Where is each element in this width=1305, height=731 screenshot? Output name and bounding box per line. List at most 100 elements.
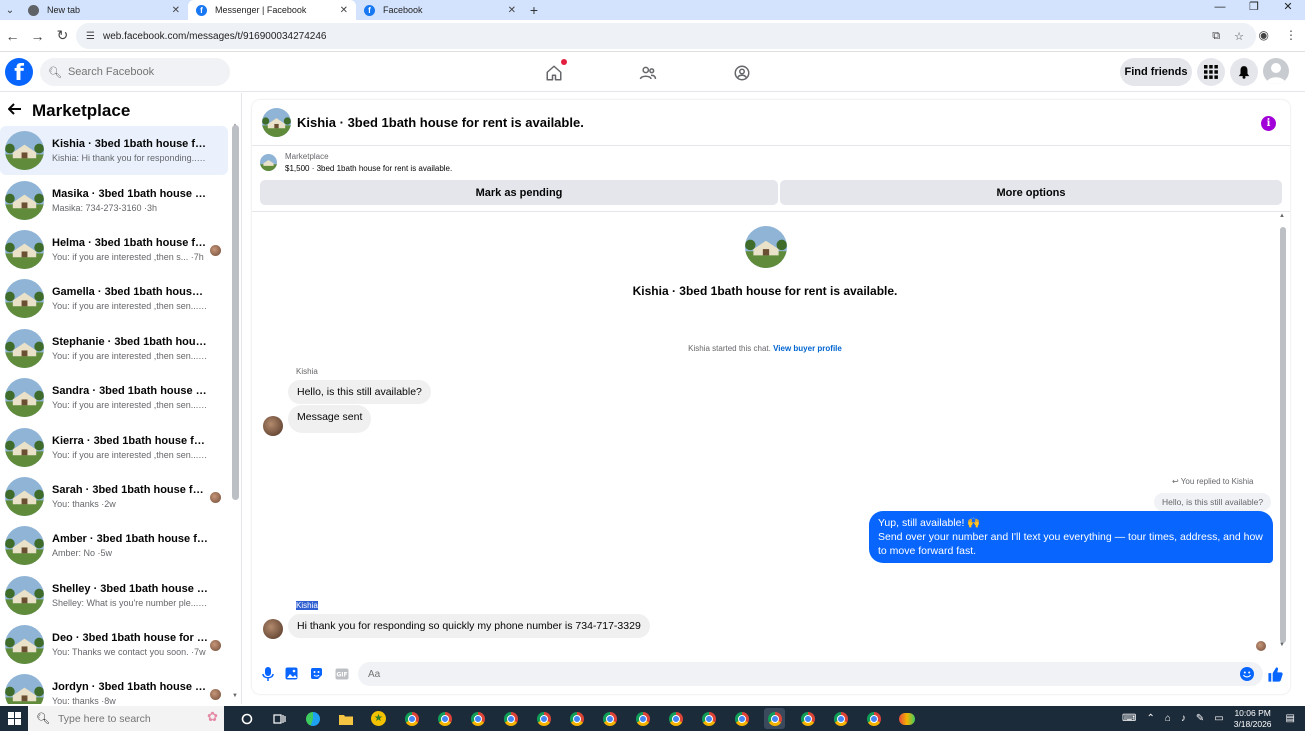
back-arrow-icon[interactable]: [7, 102, 22, 121]
scroll-down-icon[interactable]: ▼: [1279, 642, 1285, 648]
conversation-item[interactable]: Shelley · 3bed 1bath house for r... Shell…: [0, 571, 228, 620]
friends-icon[interactable]: [637, 62, 659, 84]
task-view-icon[interactable]: [269, 708, 290, 729]
chrome-icon[interactable]: [434, 708, 455, 729]
sender-avatar[interactable]: [263, 619, 283, 639]
chat-title[interactable]: Kishia · 3bed 1bath house for rent is av…: [297, 115, 584, 130]
tab-close-icon[interactable]: ✕: [340, 5, 348, 16]
notifications-bell-icon[interactable]: [1230, 58, 1258, 86]
edge-icon[interactable]: [302, 708, 323, 729]
conversation-item[interactable]: Jordyn · 3bed 1bath house for... You: tha…: [0, 669, 228, 704]
pen-icon[interactable]: ✎: [1196, 713, 1204, 724]
file-explorer-icon[interactable]: [335, 708, 356, 729]
url-text[interactable]: web.facebook.com/messages/t/916900034274…: [103, 31, 1212, 42]
chrome-icon[interactable]: [401, 708, 422, 729]
message-input[interactable]: [358, 662, 1263, 686]
back-icon[interactable]: ←: [0, 28, 25, 44]
chrome-icon[interactable]: [797, 708, 818, 729]
sidebar-scrollbar[interactable]: [232, 125, 239, 500]
chrome-icon[interactable]: [500, 708, 521, 729]
view-buyer-profile-link[interactable]: View buyer profile: [773, 344, 842, 353]
chat-avatar[interactable]: [262, 108, 291, 137]
chrome-icon[interactable]: [665, 708, 686, 729]
info-icon[interactable]: i: [1261, 116, 1276, 131]
more-options-button[interactable]: More options: [780, 180, 1282, 205]
listing-summary[interactable]: Marketplace $1,500 · 3bed 1bath house fo…: [260, 152, 452, 173]
mark-as-pending-button[interactable]: Mark as pending: [260, 180, 778, 205]
minimize-icon[interactable]: —: [1203, 0, 1237, 20]
chrome-icon[interactable]: [533, 708, 554, 729]
conversation-item[interactable]: Helma · 3bed 1bath house for ... You: if …: [0, 225, 228, 274]
scroll-up-icon[interactable]: ▲: [1279, 213, 1285, 219]
emoji-icon[interactable]: [1240, 667, 1254, 681]
browser-tab-new-tab[interactable]: New tab ✕: [20, 0, 188, 20]
quoted-message[interactable]: Hello, is this still available?: [1154, 493, 1272, 511]
volume-icon[interactable]: ♪: [1181, 713, 1186, 724]
conversation-item[interactable]: Kierra · 3bed 1bath house for re... You: …: [0, 422, 228, 471]
conversation-item[interactable]: Deo · 3bed 1bath house for re... You: Tha…: [0, 620, 228, 669]
reload-icon[interactable]: ↻: [50, 27, 75, 44]
conversation-item[interactable]: Gamella · 3bed 1bath house for r... You: …: [0, 274, 228, 323]
outgoing-message[interactable]: Yup, still available! 🙌 Send over your n…: [869, 511, 1273, 563]
windows-start-icon[interactable]: [0, 706, 28, 731]
chrome-icon[interactable]: [566, 708, 587, 729]
address-bar[interactable]: ☰ web.facebook.com/messages/t/9169000342…: [76, 23, 1256, 49]
site-info-icon[interactable]: ☰: [86, 31, 95, 42]
conversation-item[interactable]: Masika · 3bed 1bath house for r... Masika…: [0, 175, 228, 224]
tab-close-icon[interactable]: ✕: [508, 5, 516, 16]
chrome-icon-active[interactable]: [764, 708, 785, 729]
network-icon[interactable]: ⌂: [1165, 713, 1171, 724]
incoming-message[interactable]: Hi thank you for responding so quickly m…: [288, 614, 650, 638]
scroll-down-icon[interactable]: ▼: [232, 693, 238, 699]
profile-icon[interactable]: ◉: [1259, 28, 1269, 42]
conversation-item[interactable]: Amber · 3bed 1bath house for re... Amber:…: [0, 521, 228, 570]
browser-menu-icon[interactable]: ⋮: [1285, 28, 1297, 42]
facebook-search[interactable]: 🔍︎: [40, 58, 230, 86]
groups-icon[interactable]: [731, 62, 753, 84]
restore-icon[interactable]: ❐: [1237, 0, 1271, 20]
paint-app-icon[interactable]: [896, 708, 917, 729]
thumbs-up-icon[interactable]: [1267, 666, 1284, 683]
conversation-item[interactable]: Stephanie · 3bed 1bath house fo... You: i…: [0, 324, 228, 373]
incoming-message[interactable]: Hello, is this still available?: [288, 380, 431, 404]
tab-close-icon[interactable]: ✕: [172, 5, 180, 16]
conversation-item[interactable]: Sarah · 3bed 1bath house for r... You: th…: [0, 472, 228, 521]
browser-tab-facebook[interactable]: f Facebook ✕: [356, 0, 524, 20]
chrome-icon[interactable]: [863, 708, 884, 729]
chrome-icon[interactable]: [632, 708, 653, 729]
sticker-icon[interactable]: [309, 666, 324, 681]
sender-avatar[interactable]: [263, 416, 283, 436]
touch-keyboard-icon[interactable]: ▭: [1214, 713, 1223, 724]
chrome-icon[interactable]: [731, 708, 752, 729]
notification-center-icon[interactable]: ▤: [1286, 713, 1295, 724]
conversation-item[interactable]: Kishia · 3bed 1bath house for re... Kishi…: [0, 126, 228, 176]
star-app-icon[interactable]: ★: [368, 708, 389, 729]
keyboard-layout-icon[interactable]: ⌨: [1122, 713, 1136, 724]
new-tab-plus-icon[interactable]: +: [524, 2, 544, 18]
microphone-icon[interactable]: [260, 666, 275, 681]
account-avatar[interactable]: [1263, 58, 1289, 84]
facebook-logo-icon[interactable]: f: [5, 58, 33, 86]
chrome-icon[interactable]: [467, 708, 488, 729]
system-clock[interactable]: 10:06 PM 3/18/2026: [1234, 708, 1272, 730]
chrome-icon[interactable]: [599, 708, 620, 729]
tab-search-chevron-icon[interactable]: ⌄: [0, 0, 20, 20]
find-friends-button[interactable]: Find friends: [1120, 58, 1192, 86]
chrome-icon[interactable]: [830, 708, 851, 729]
home-icon[interactable]: [543, 59, 567, 84]
browser-tab-messenger[interactable]: f Messenger | Facebook ✕: [188, 0, 356, 20]
show-hidden-icons-icon[interactable]: ⌃: [1146, 713, 1154, 724]
incoming-message[interactable]: Message sent: [288, 405, 372, 433]
forward-icon[interactable]: →: [25, 28, 50, 44]
bookmark-star-icon[interactable]: ☆: [1234, 30, 1244, 43]
cortana-icon[interactable]: [236, 708, 257, 729]
taskbar-search-input[interactable]: [57, 712, 188, 725]
conversation-item[interactable]: Sandra · 3bed 1bath house for re... You: …: [0, 373, 228, 422]
facebook-search-input[interactable]: [67, 66, 218, 78]
close-window-icon[interactable]: ✕: [1271, 0, 1305, 20]
chat-scrollbar[interactable]: [1280, 227, 1286, 643]
menu-grid-icon[interactable]: [1197, 58, 1225, 86]
install-app-icon[interactable]: ⧉: [1212, 30, 1220, 43]
photo-icon[interactable]: [284, 666, 299, 681]
gif-icon[interactable]: GIF: [334, 666, 349, 681]
